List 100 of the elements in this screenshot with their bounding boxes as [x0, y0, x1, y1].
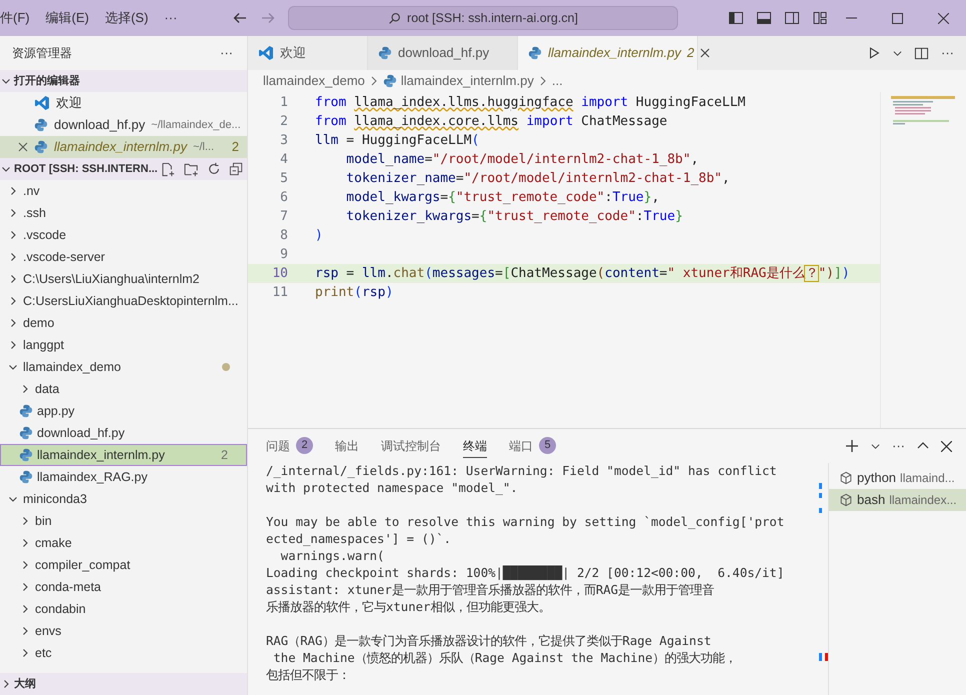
problem-count: 2: [232, 138, 239, 156]
terminal-item[interactable]: python llamaind...: [829, 467, 966, 489]
section-title: ROOT [SSH: SSH.INTERN...: [14, 162, 158, 177]
search-icon: [388, 12, 402, 24]
python-file-icon: [19, 404, 33, 418]
line-number: 9: [279, 246, 288, 264]
line-number: 1: [279, 94, 288, 112]
file-item[interactable]: llamaindex_RAG.py: [0, 466, 247, 488]
count-badge: 2: [296, 437, 313, 454]
toggle-panel-icon[interactable]: [756, 10, 772, 26]
folder-item[interactable]: envs: [0, 620, 247, 642]
caret-icon[interactable]: [871, 442, 880, 450]
breadcrumb[interactable]: llamaindex_internlm.py: [400, 71, 534, 91]
close-icon[interactable]: [941, 440, 952, 452]
menu-item[interactable]: 件(F): [0, 8, 30, 28]
more-actions-button[interactable]: ···: [892, 436, 905, 456]
open-editor-item[interactable]: 欢迎: [0, 92, 247, 114]
terminal-line: 乐播放器的软件，它与xtuner相似，但功能更强大。: [266, 599, 552, 616]
panel-tab[interactable]: 输出: [335, 434, 359, 458]
section-header[interactable]: 打开的编辑器: [0, 70, 247, 92]
split-editor-icon[interactable]: [914, 46, 929, 60]
folder-item[interactable]: .vscode: [0, 224, 247, 246]
section-header[interactable]: 大纲: [0, 673, 247, 695]
folder-item[interactable]: .nv: [0, 180, 247, 202]
vscode-logo-icon: [258, 45, 274, 61]
code-line: print(rsp): [315, 284, 394, 302]
vscode-logo-icon: [34, 95, 50, 111]
caret-icon[interactable]: [893, 48, 902, 58]
line-number: 11: [271, 284, 288, 302]
code-line: llm = HuggingFaceLLM(: [315, 132, 480, 150]
terminal-line: with protected namespace "model_".: [266, 480, 519, 497]
open-editor-item[interactable]: llamaindex_internlm.py ~/l... 2: [0, 136, 247, 158]
layout-icon[interactable]: [812, 10, 828, 26]
folder-item[interactable]: condabin: [0, 598, 247, 620]
code-line: model_name="/root/model/internlm2-chat-1_8b",: [345, 150, 699, 169]
folder-item[interactable]: C:UsersLiuXianghuaDesktopinternlm...: [0, 290, 247, 312]
panel-tab[interactable]: 调试控制台: [381, 434, 441, 458]
python-file-icon: [378, 46, 392, 60]
folder-item[interactable]: langgpt: [0, 334, 247, 356]
panel-tab[interactable]: 问题 2: [266, 434, 313, 458]
code-line: ): [315, 226, 323, 245]
close-icon[interactable]: [700, 48, 710, 58]
refresh-icon[interactable]: [206, 162, 221, 176]
file-item[interactable]: download_hf.py: [0, 422, 247, 444]
python-file-icon: [34, 118, 48, 132]
terminal-line: the Machine（愤怒的机器）乐队（Rage Against the Machine）的强大功能，: [272, 650, 738, 667]
open-editor-item[interactable]: download_hf.py ~/llamaindex_de...: [0, 114, 247, 136]
terminal-line: ected_namespaces'] = ()`.: [266, 531, 452, 548]
close-icon[interactable]: [18, 142, 28, 152]
menu-item[interactable]: ···: [164, 8, 178, 28]
file-item[interactable]: app.py: [0, 400, 247, 422]
panel-tab[interactable]: 端口 5: [509, 434, 556, 458]
command-center[interactable]: root [SSH: ssh.intern-ai.org.cn]: [288, 6, 678, 30]
folder-item[interactable]: bin: [0, 510, 247, 532]
menu-item[interactable]: 编辑(E): [46, 8, 89, 28]
folder-item[interactable]: .vscode-server: [0, 246, 247, 268]
breadcrumb[interactable]: llamaindex_demo: [263, 71, 365, 91]
count-badge: 5: [539, 437, 556, 454]
new-file-icon[interactable]: [160, 162, 175, 176]
line-number: 5: [279, 170, 288, 188]
breadcrumb[interactable]: ...: [552, 71, 563, 91]
section-header[interactable]: ROOT [SSH: SSH.INTERN...: [0, 158, 247, 180]
section-title: 打开的编辑器: [14, 74, 80, 89]
folder-item[interactable]: C:\Users\LiuXianghua\internlm2: [0, 268, 247, 290]
terminal-line: warnings.warn(: [280, 548, 386, 565]
folder-item[interactable]: cmake: [0, 532, 247, 554]
panel-tab[interactable]: 终端: [463, 434, 487, 458]
folder-item[interactable]: compiler_compat: [0, 554, 247, 576]
folder-item[interactable]: demo: [0, 312, 247, 334]
folder-item[interactable]: conda-meta: [0, 576, 247, 598]
terminal-item[interactable]: bash llamaindex...: [829, 489, 966, 511]
editor-tab[interactable]: download_hf.py: [368, 36, 518, 70]
python-file-icon: [19, 448, 33, 462]
code-line: tokenizer_name="/root/model/internlm2-chat-1_8b",: [345, 170, 730, 188]
folder-item[interactable]: miniconda3: [0, 488, 247, 510]
toggle-sidebar-icon[interactable]: [728, 10, 744, 26]
plus-icon[interactable]: [845, 439, 859, 453]
python-file-icon: [528, 46, 542, 60]
file-item[interactable]: llamaindex_internlm.py 2: [0, 444, 247, 466]
new-folder-icon[interactable]: [182, 162, 199, 176]
collapse-all-icon[interactable]: [228, 162, 243, 176]
folder-item[interactable]: data: [0, 378, 247, 400]
folder-item[interactable]: llamaindex_demo: [0, 356, 247, 378]
cube-icon: [839, 493, 853, 507]
line-number: 7: [279, 208, 288, 226]
code-line: from llama_index.llms.huggingface import HuggingFaceLLM: [315, 94, 746, 112]
terminal-line: Loading checkpoint shards: 100%|████████| 2/2 [00:12<00:00, 6.40s/it]: [266, 565, 786, 582]
python-file-icon: [34, 140, 48, 154]
folder-item[interactable]: etc: [0, 642, 247, 664]
maximize-icon: [892, 12, 902, 24]
menu-item[interactable]: 选择(S): [104, 8, 148, 28]
problem-count: 2: [221, 446, 228, 464]
more-actions-button[interactable]: ···: [941, 43, 954, 63]
folder-item[interactable]: .ssh: [0, 202, 247, 224]
python-file-icon: [382, 74, 397, 88]
close-icon: [938, 12, 948, 24]
toggle-secondary-sidebar-icon[interactable]: [784, 10, 800, 26]
run-icon[interactable]: [867, 46, 881, 60]
more-actions-button[interactable]: ···: [220, 43, 233, 63]
section-title: 大纲: [14, 676, 36, 692]
